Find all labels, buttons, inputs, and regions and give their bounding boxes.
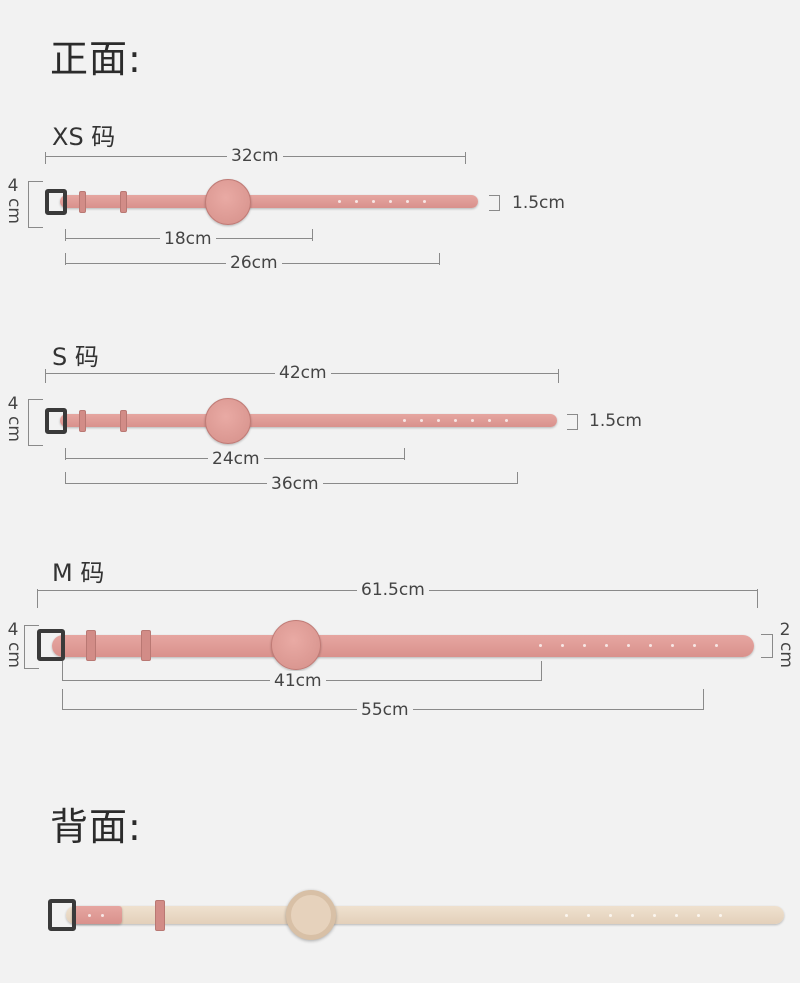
s-total-tick-left [45, 369, 46, 383]
back-hole-pink [88, 914, 91, 917]
back-hole [719, 914, 722, 917]
s-mid-label: 36cm [267, 474, 323, 494]
back-hole [587, 914, 590, 917]
s-hole [454, 419, 457, 422]
m-hole [715, 644, 718, 647]
m-hole [671, 644, 674, 647]
m-total-tick-left [37, 589, 38, 608]
m-inner-tick-left [62, 661, 63, 681]
m-total-label: 61.5cm [357, 580, 429, 600]
xs-height-value: 4 [7, 176, 19, 196]
s-tracker-holder [205, 398, 251, 444]
m-hole [649, 644, 652, 647]
xs-inner-label: 18cm [160, 229, 216, 249]
s-keeper-2 [120, 410, 127, 432]
size-label-s: S 码 [52, 343, 99, 371]
xs-hole [355, 200, 358, 203]
m-inner-tick-right [541, 661, 542, 681]
back-hole [653, 914, 656, 917]
xs-height-bracket [28, 181, 43, 228]
xs-total-tick-left [45, 152, 46, 164]
s-height-bracket [28, 399, 43, 446]
m-mid-tick-right [703, 689, 704, 709]
back-keeper [155, 900, 165, 931]
s-hole [505, 419, 508, 422]
s-total-tick-right [558, 369, 559, 383]
back-hole [675, 914, 678, 917]
xs-width-bracket [489, 195, 500, 211]
m-mid-label: 55cm [357, 700, 413, 720]
s-hole [437, 419, 440, 422]
m-height-unit: cm [4, 642, 24, 668]
m-width-value: 2 [779, 620, 791, 640]
s-width-bracket [567, 414, 578, 430]
xs-hole [389, 200, 392, 203]
s-hole [488, 419, 491, 422]
s-keeper-1 [79, 410, 86, 432]
m-inner-label: 41cm [270, 671, 326, 691]
s-height-unit: cm [4, 416, 24, 442]
back-buckle [48, 899, 76, 931]
m-width-bracket [761, 634, 773, 658]
m-tracker-holder [271, 620, 321, 670]
s-hole [403, 419, 406, 422]
back-hole [565, 914, 568, 917]
back-heading: 背面: [50, 805, 142, 849]
s-strap [60, 414, 557, 427]
xs-tracker-holder [205, 179, 251, 225]
xs-buckle [45, 189, 67, 215]
m-buckle [37, 629, 65, 661]
m-hole [539, 644, 542, 647]
m-total-tick-right [757, 589, 758, 608]
xs-inner-tick-left [65, 229, 66, 241]
xs-inner-tick-right [312, 229, 313, 241]
xs-hole [372, 200, 375, 203]
back-tracker-ring [286, 890, 336, 940]
m-keeper-2 [141, 630, 151, 661]
m-hole [583, 644, 586, 647]
back-hole-pink [101, 914, 104, 917]
m-mid-tick-left [62, 689, 63, 709]
xs-total-tick-right [465, 152, 466, 164]
xs-width-label: 1.5cm [508, 193, 569, 213]
size-label-m: M 码 [52, 559, 105, 587]
back-hole [631, 914, 634, 917]
size-label-xs: XS 码 [52, 123, 116, 151]
m-width-unit: cm [776, 642, 796, 668]
s-width-label: 1.5cm [585, 411, 646, 431]
m-hole [561, 644, 564, 647]
back-strap-pink-end [72, 906, 122, 924]
s-hole [471, 419, 474, 422]
xs-total-label: 32cm [227, 146, 283, 166]
xs-keeper-2 [120, 191, 127, 213]
s-total-label: 42cm [275, 363, 331, 383]
xs-height-unit: cm [4, 198, 24, 224]
m-keeper-1 [86, 630, 96, 661]
xs-hole [423, 200, 426, 203]
back-hole [697, 914, 700, 917]
xs-hole [406, 200, 409, 203]
xs-mid-label: 26cm [226, 253, 282, 273]
s-height-value: 4 [7, 394, 19, 414]
m-hole [605, 644, 608, 647]
s-buckle [45, 408, 67, 434]
xs-keeper-1 [79, 191, 86, 213]
m-hole [693, 644, 696, 647]
m-hole [627, 644, 630, 647]
front-heading: 正面: [50, 37, 142, 81]
xs-hole [338, 200, 341, 203]
s-inner-label: 24cm [208, 449, 264, 469]
s-hole [420, 419, 423, 422]
m-height-value: 4 [7, 620, 19, 640]
back-hole [609, 914, 612, 917]
